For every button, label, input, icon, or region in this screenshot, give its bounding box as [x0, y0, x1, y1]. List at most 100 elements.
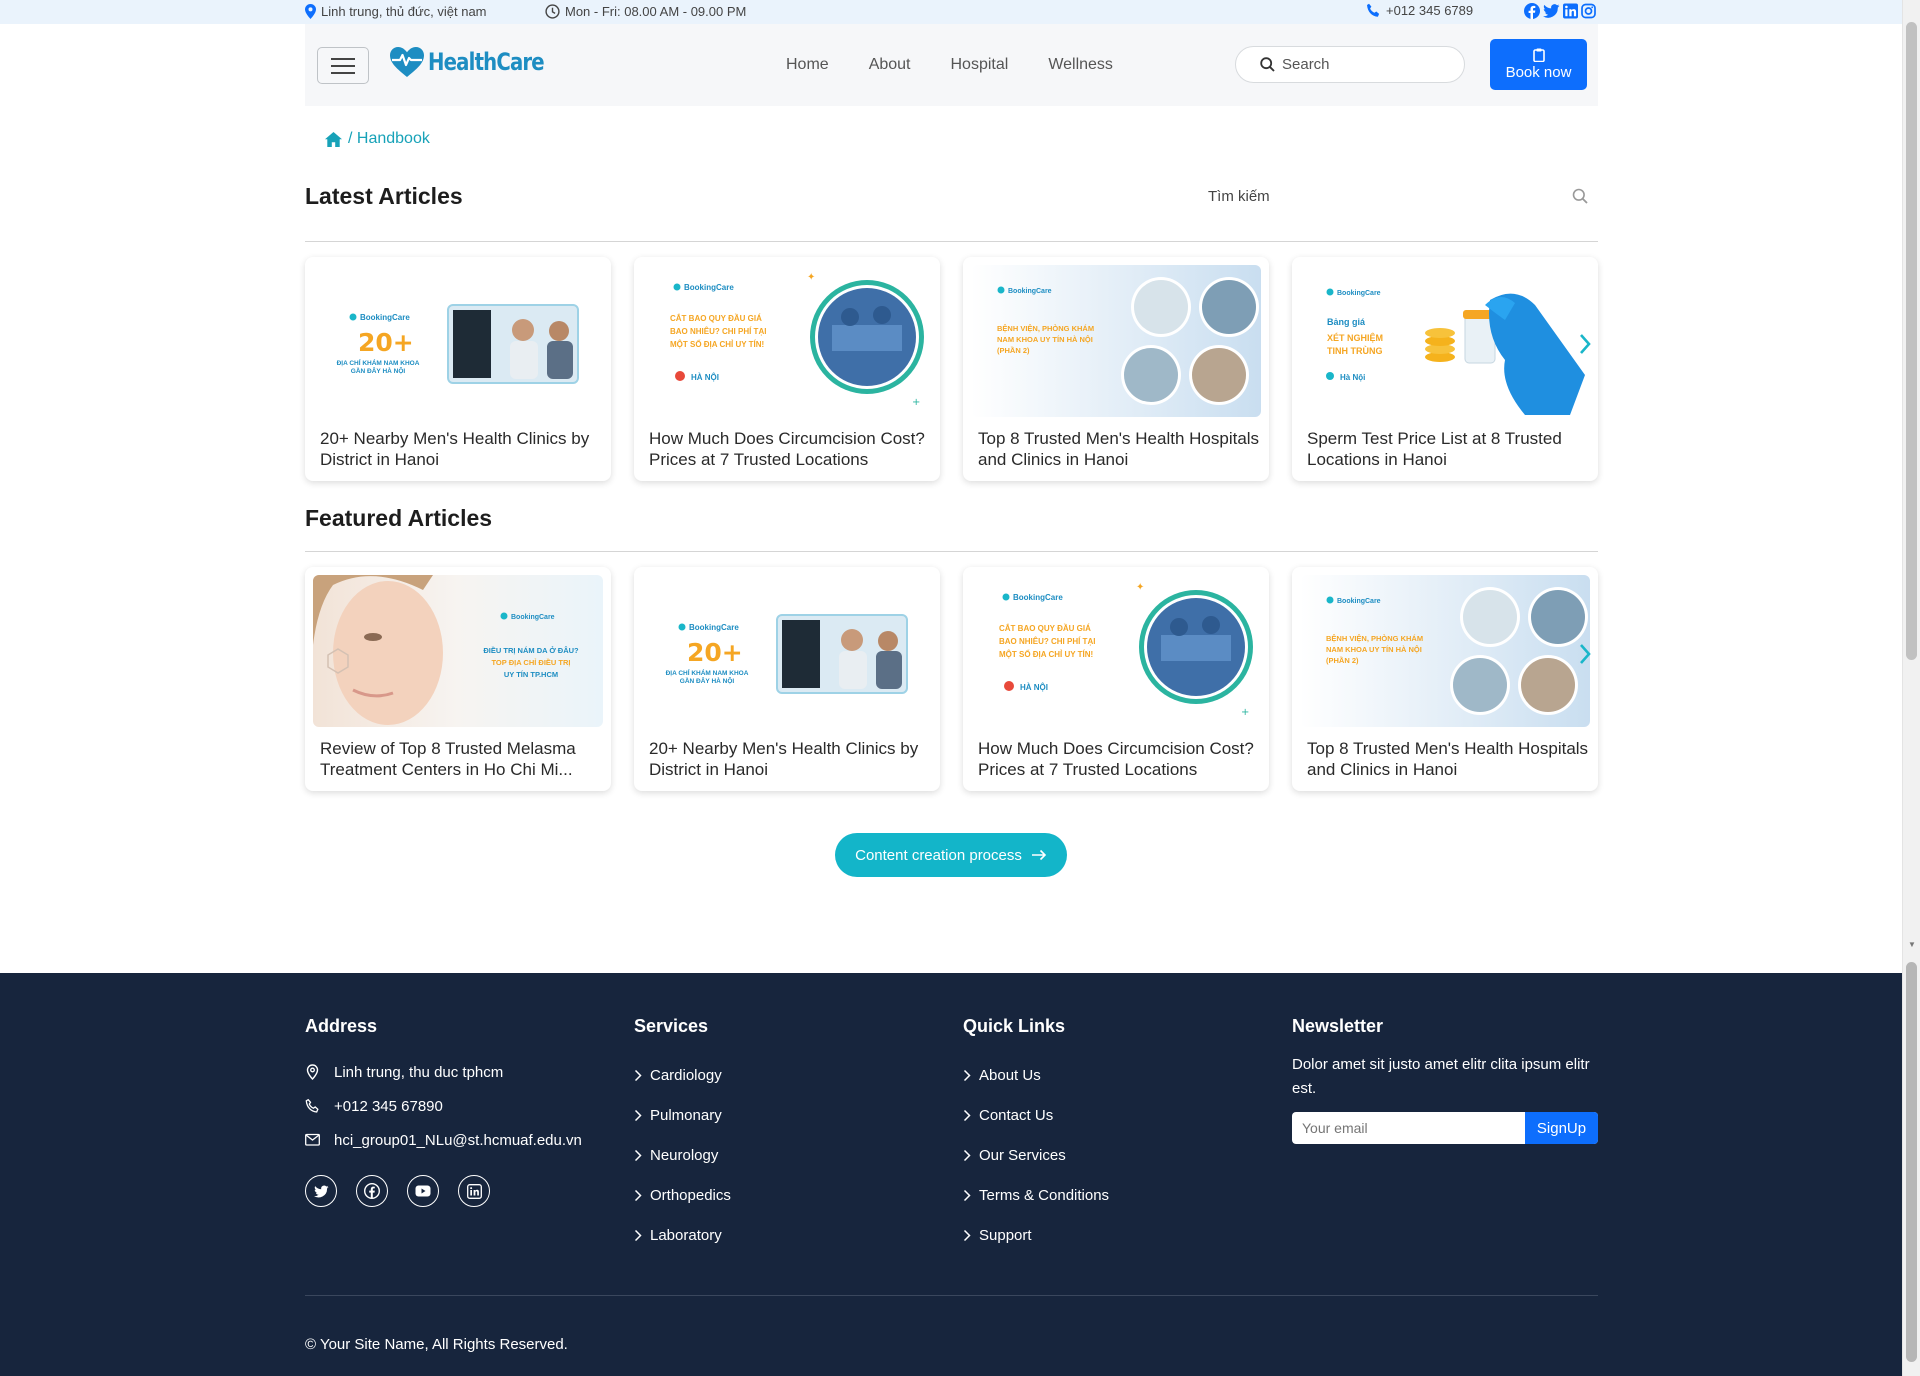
search-icon[interactable] [1572, 188, 1588, 204]
nav-home[interactable]: Home [786, 56, 829, 74]
promo-line: Bảng giá [1327, 317, 1366, 327]
map-pin-icon [306, 1064, 319, 1080]
footer-services-heading: Services [634, 1016, 709, 1036]
article-card[interactable]: BookingCare BỆNH VIỆN, PHÒNG KHÁM NAM KH… [1292, 567, 1598, 791]
article-image-hospitals: BookingCare BỆNH VIỆN, PHÒNG KHÁM NAM KH… [971, 265, 1261, 417]
promo-place: HÀ NỘI [1020, 683, 1048, 692]
carousel-next-button[interactable] [1572, 331, 1598, 357]
article-search-input[interactable]: Tìm kiếm [1208, 184, 1598, 208]
top-social-links [1524, 3, 1596, 19]
footer-quick-links: Quick Links About Us Contact Us Our Serv… [963, 1016, 1109, 1255]
linkedin-icon[interactable] [458, 1175, 490, 1207]
article-card[interactable]: BookingCare Bảng giá XÉT NGHIỆM TINH TRÙ… [1292, 257, 1598, 481]
footer-quick-link[interactable]: Support [963, 1215, 1109, 1255]
phone-info[interactable]: +012 345 6789 [1366, 3, 1473, 18]
map-pin-icon [305, 4, 316, 19]
nav-search-input[interactable]: Search [1235, 46, 1465, 83]
footer-service-link[interactable]: Cardiology [634, 1055, 731, 1095]
footer-quick-link[interactable]: Terms & Conditions [963, 1175, 1109, 1215]
scroll-down-arrow-icon[interactable]: ▼ [1908, 941, 1916, 949]
footer-service-link[interactable]: Neurology [634, 1135, 731, 1175]
article-card[interactable]: BookingCare BỆNH VIỆN, PHÒNG KHÁM NAM KH… [963, 257, 1269, 481]
main-navbar: HealthCare Home About Hospital Wellness … [305, 24, 1598, 106]
footer-location-text: Linh trung, thu duc tphcm [334, 1063, 504, 1081]
article-search-placeholder: Tìm kiếm [1208, 187, 1270, 205]
article-image-men-clinics: BookingCare 20+ ĐỊA CHỈ KHÁM NAM KHOA GẦ… [642, 575, 932, 727]
promo-line: BỆNH VIỆN, PHÒNG KHÁM [1326, 634, 1423, 643]
brand-logo[interactable]: HealthCare [389, 46, 569, 78]
latest-articles-heading: Latest Articles [305, 183, 463, 209]
facebook-icon[interactable] [356, 1175, 388, 1207]
latest-divider [305, 241, 1598, 242]
menu-toggle-button[interactable] [317, 47, 369, 84]
article-title[interactable]: Review of Top 8 Trusted Melasma Treatmen… [320, 738, 605, 780]
footer-service-link[interactable]: Laboratory [634, 1215, 731, 1255]
breadcrumb-current[interactable]: / Handbook [348, 130, 430, 148]
twitter-icon[interactable] [1543, 3, 1560, 19]
service-label: Laboratory [650, 1226, 722, 1244]
youtube-icon[interactable] [407, 1175, 439, 1207]
article-title[interactable]: How Much Does Circumcision Cost? Prices … [978, 738, 1263, 780]
brand-name: HealthCare [428, 48, 545, 76]
heart-pulse-icon [390, 47, 424, 77]
article-title[interactable]: Sperm Test Price List at 8 Trusted Locat… [1307, 428, 1592, 470]
article-card[interactable]: BookingCare 20+ ĐỊA CHỈ KHÁM NAM KHOA GẦ… [305, 257, 611, 481]
promo-line: TINH TRÙNG [1327, 345, 1383, 356]
article-title[interactable]: 20+ Nearby Men's Health Clinics by Distr… [320, 428, 605, 470]
article-title[interactable]: 20+ Nearby Men's Health Clinics by Distr… [649, 738, 934, 780]
footer-newsletter-heading: Newsletter [1292, 1016, 1384, 1036]
footer-quick-link[interactable]: About Us [963, 1055, 1109, 1095]
featured-divider [305, 551, 1598, 552]
scrollbar-thumb[interactable] [1906, 962, 1917, 1362]
footer-phone[interactable]: +012 345 67890 [305, 1089, 582, 1123]
article-title[interactable]: Top 8 Trusted Men's Health Hospitals and… [978, 428, 1263, 470]
article-title[interactable]: How Much Does Circumcision Cost? Prices … [649, 428, 934, 470]
newsletter-email-input[interactable] [1292, 1120, 1522, 1136]
twitter-icon[interactable] [305, 1175, 337, 1207]
page-scrollbar[interactable]: ▼ [1902, 0, 1920, 1376]
promo-line: (PHẦN 2) [1326, 655, 1359, 665]
article-image-circumcision: BookingCare CẮT BAO QUY ĐẦU GIÁ BAO NHIÊ… [971, 575, 1261, 727]
article-image-sperm-test: BookingCare Bảng giá XÉT NGHIỆM TINH TRÙ… [1300, 265, 1590, 417]
facebook-icon[interactable] [1524, 3, 1540, 19]
book-now-label: Book now [1505, 64, 1572, 81]
book-now-button[interactable]: Book now [1490, 39, 1587, 90]
article-card[interactable]: BookingCare CẮT BAO QUY ĐẦU GIÁ BAO NHIÊ… [634, 257, 940, 481]
content-creation-button[interactable]: Content creation process [835, 833, 1067, 877]
footer-quick-links-heading: Quick Links [963, 1016, 1066, 1036]
article-title[interactable]: Top 8 Trusted Men's Health Hospitals and… [1307, 738, 1592, 780]
promo-brand: BookingCare [1013, 593, 1063, 602]
content-creation-label: Content creation process [855, 846, 1022, 864]
service-label: Cardiology [650, 1066, 722, 1084]
linkedin-icon[interactable] [1563, 3, 1578, 19]
article-card[interactable]: BookingCare ĐIỀU TRỊ NÁM DA Ở ĐÂU? TOP Đ… [305, 567, 611, 791]
footer-service-link[interactable]: Pulmonary [634, 1095, 731, 1135]
scrollbar-thumb[interactable] [1906, 22, 1917, 660]
nav-wellness[interactable]: Wellness [1048, 56, 1113, 74]
phone-text: +012 345 6789 [1386, 3, 1474, 18]
footer-quick-link[interactable]: Contact Us [963, 1095, 1109, 1135]
footer-quick-link[interactable]: Our Services [963, 1135, 1109, 1175]
nav-hospital[interactable]: Hospital [951, 56, 1009, 74]
home-icon[interactable] [325, 131, 342, 147]
chevron-right-icon [634, 1189, 642, 1201]
instagram-icon[interactable] [1581, 3, 1596, 19]
quick-link-label: About Us [979, 1066, 1041, 1084]
clipboard-icon [1532, 48, 1545, 62]
article-card[interactable]: BookingCare 20+ ĐỊA CHỈ KHÁM NAM KHOA GẦ… [634, 567, 940, 791]
hours-info: Mon - Fri: 08.00 AM - 09.00 PM [545, 4, 746, 19]
carousel-next-button[interactable] [1572, 641, 1598, 667]
quick-link-label: Our Services [979, 1146, 1066, 1164]
footer-social-links [305, 1175, 582, 1207]
article-image-hospitals: BookingCare BỆNH VIỆN, PHÒNG KHÁM NAM KH… [1300, 575, 1590, 727]
service-label: Neurology [650, 1146, 719, 1164]
article-card[interactable]: BookingCare CẮT BAO QUY ĐẦU GIÁ BAO NHIÊ… [963, 567, 1269, 791]
footer-email[interactable]: hci_group01_NLu@st.hcmuaf.edu.vn [305, 1123, 582, 1157]
signup-button[interactable]: SignUp [1525, 1112, 1598, 1144]
nav-about[interactable]: About [869, 56, 911, 74]
quick-link-label: Contact Us [979, 1106, 1054, 1124]
promo-line: XÉT NGHIỆM [1327, 332, 1383, 343]
footer-service-link[interactable]: Orthopedics [634, 1175, 731, 1215]
chevron-right-icon [963, 1069, 971, 1081]
location-text: Linh trung, thủ đức, việt nam [321, 4, 487, 19]
